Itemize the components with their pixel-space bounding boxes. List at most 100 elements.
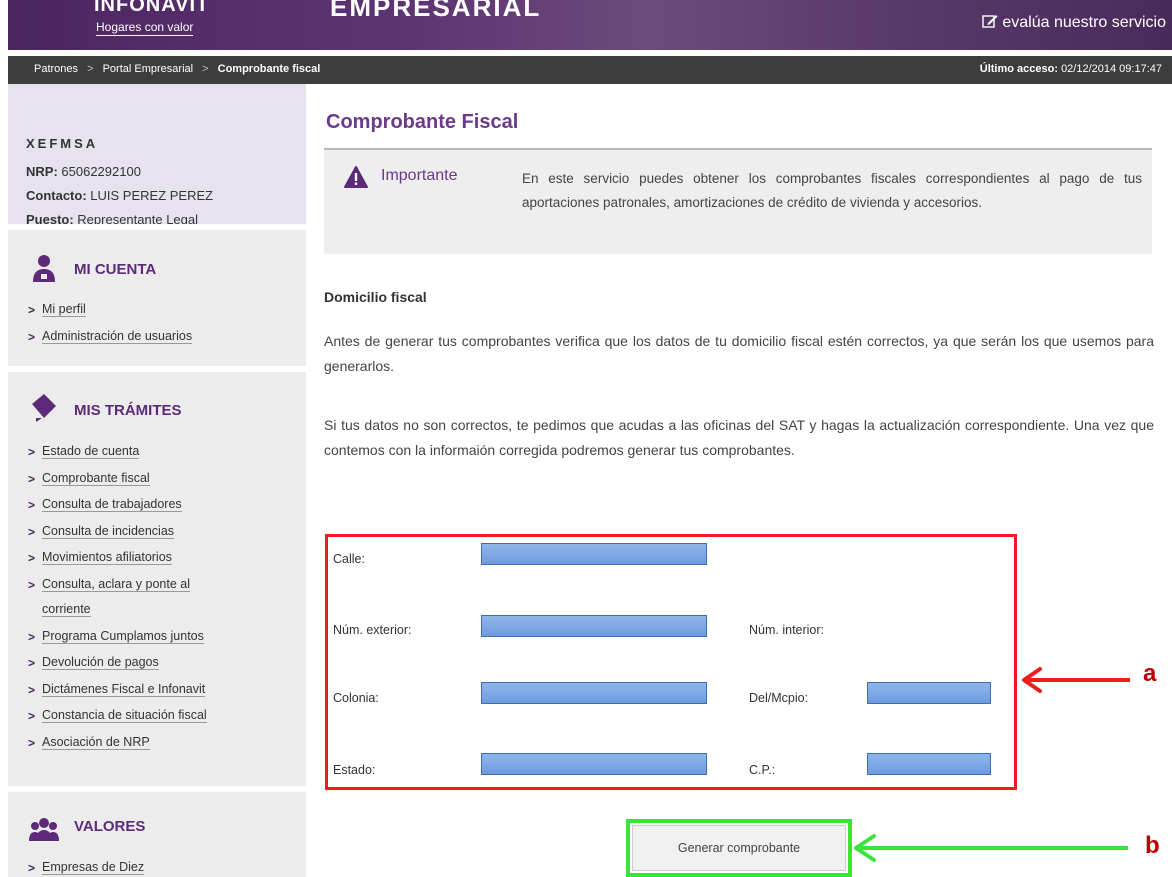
chevron-right-icon: >: [28, 656, 36, 670]
sidebar-item-label: Mi perfil: [42, 302, 86, 317]
sidebar-item-movimientos-afiliatorios[interactable]: > Movimientos afiliatorios: [28, 550, 207, 577]
label-num-exterior: Núm. exterior:: [333, 623, 412, 637]
paragraph-verify: Antes de generar tus comprobantes verifi…: [324, 333, 1154, 374]
contact-value: LUIS PEREZ PEREZ: [90, 188, 214, 203]
edit-pencil-icon: [982, 15, 998, 28]
sidebar-item-empresas-diez[interactable]: > Empresas de Diez: [28, 860, 145, 877]
chevron-right-icon: >: [28, 329, 36, 344]
evaluate-service-link[interactable]: evalúa nuestro servicio: [982, 13, 1166, 32]
value-estado: [481, 753, 707, 775]
breadcrumb-separator: >: [87, 63, 94, 75]
portal-title: EMPRESARIAL: [330, 0, 542, 22]
chevron-right-icon: >: [28, 551, 36, 565]
sidebar-item-label: Devolución de pagos: [42, 655, 159, 670]
value-colonia: [481, 682, 707, 704]
menu-mis-tramites: > Estado de cuenta > Comprobante fiscal > C…: [28, 444, 207, 761]
sidebar-divider: [8, 224, 306, 230]
sidebar-item-cumplamos-juntos[interactable]: > Programa Cumplamos juntos: [28, 628, 207, 656]
chevron-right-icon: >: [28, 735, 36, 750]
chevron-right-icon: >: [28, 861, 36, 875]
chevron-right-icon: >: [28, 303, 36, 317]
sidebar-item-label: Comprobante fiscal: [42, 470, 150, 486]
page-title: Comprobante Fiscal: [326, 111, 519, 133]
nrp-value: 65062292100: [61, 164, 141, 179]
breadcrumb: Patrones > Portal Empresarial > Comproba…: [34, 63, 320, 75]
value-num-exterior: [481, 615, 707, 637]
annotation-arrow-a: [1022, 667, 1130, 693]
label-calle: Calle:: [333, 552, 365, 566]
section-heading-domicilio: Domicilio fiscal: [324, 289, 427, 305]
company-name: XEFMSA: [26, 136, 99, 151]
chevron-right-icon: >: [28, 577, 36, 592]
sidebar-item-label: corriente: [42, 601, 91, 617]
sidebar-item-label: Asociación de NRP: [42, 734, 150, 750]
sidebar-item-constancia-situacion[interactable]: > Constancia de situación fiscal: [28, 708, 207, 735]
sidebar-item-administracion-usuarios[interactable]: > Administración de usuarios: [28, 328, 193, 356]
annotation-letter-a: a: [1143, 660, 1157, 687]
breadcrumb-current: Comprobante fiscal: [217, 63, 321, 75]
sidebar-item-label: Programa Cumplamos juntos: [42, 628, 204, 644]
chevron-right-icon: >: [28, 498, 36, 512]
paragraph-sat: Si tus datos no son correctos, te pedimo…: [324, 417, 1154, 458]
important-label: Importante: [381, 167, 458, 184]
section-title-mi-cuenta: MI CUENTA: [74, 261, 157, 278]
menu-valores: > Empresas de Diez: [28, 860, 145, 877]
breadcrumb-portal-empresarial[interactable]: Portal Empresarial: [103, 63, 193, 75]
sidebar-item-asociacion-nrp[interactable]: > Asociación de NRP: [28, 734, 207, 762]
label-colonia: Colonia:: [333, 691, 379, 705]
sidebar-item-consulta-incidencias[interactable]: > Consulta de incidencias: [28, 523, 207, 551]
section-title-mis-tramites: MIS TRÁMITES: [74, 402, 182, 419]
sidebar-item-label: Administración de usuarios: [42, 328, 193, 344]
sidebar-item-label: Consulta de incidencias: [42, 523, 175, 539]
sidebar-item-consulta-aclara-cont[interactable]: corriente: [28, 601, 207, 629]
sidebar-item-devolucion-pagos[interactable]: > Devolución de pagos: [28, 655, 207, 682]
sidebar-item-label: Estado de cuenta: [42, 444, 140, 459]
annotation-arrow-b: [854, 834, 1128, 862]
sidebar-item-label: Consulta, aclara y ponte al: [42, 576, 191, 592]
value-cp: [867, 753, 991, 775]
sidebar-item-comprobante-fiscal[interactable]: > Comprobante fiscal: [28, 470, 207, 498]
generate-button-highlight: Generar comprobante: [626, 819, 852, 877]
nrp-label: NRP:: [26, 164, 58, 179]
site-header: INFONAVIT Hogares con valor EMPRESARIAL …: [8, 0, 1172, 50]
sidebar-item-estado-cuenta[interactable]: > Estado de cuenta: [28, 444, 207, 471]
chevron-right-icon: >: [28, 445, 36, 459]
section-title-valores: VALORES: [74, 818, 146, 835]
brand-logo[interactable]: INFONAVIT: [94, 0, 209, 17]
contact-line: Contacto: LUIS PEREZ PEREZ: [26, 188, 213, 203]
chevron-right-icon: >: [28, 682, 36, 697]
breadcrumb-patrones[interactable]: Patrones: [34, 63, 78, 75]
contact-label: Contacto:: [26, 188, 87, 203]
generate-receipt-button[interactable]: Generar comprobante: [632, 825, 846, 871]
sidebar-divider: [8, 786, 306, 792]
label-cp: C.P.:: [749, 763, 776, 777]
menu-mi-cuenta: > Mi perfil > Administración de usuarios: [28, 302, 193, 356]
brand-tagline: Hogares con valor: [96, 20, 194, 36]
nrp-line: NRP: 65062292100: [26, 164, 141, 179]
user-info-panel: XEFMSA NRP: 65062292100 Contacto: LUIS P…: [8, 84, 306, 227]
label-num-interior: Núm. interior:: [749, 623, 825, 637]
chevron-right-icon: >: [28, 471, 36, 486]
sidebar-item-label: Movimientos afiliatorios: [42, 550, 172, 565]
evaluate-service-label: evalúa nuestro servicio: [1002, 14, 1166, 31]
breadcrumb-separator: >: [202, 63, 209, 75]
last-access-value: 02/12/2014 09:17:47: [1061, 63, 1162, 75]
important-notice: Importante En este servicio puedes obten…: [324, 148, 1152, 254]
important-text: En este servicio puedes obtener los comp…: [522, 171, 1142, 210]
last-access-label: Último acceso:: [979, 63, 1058, 75]
label-del-mcpio: Del/Mcpio:: [749, 691, 809, 705]
sidebar-item-mi-perfil[interactable]: > Mi perfil: [28, 302, 192, 329]
sidebar-item-consulta-aclara[interactable]: > Consulta, aclara y ponte al: [28, 576, 207, 602]
chevron-right-icon: >: [28, 709, 36, 723]
chevron-right-icon: >: [28, 629, 36, 644]
last-access: Último acceso: 02/12/2014 09:17:47: [980, 63, 1162, 75]
sidebar-item-label: Empresas de Diez: [42, 860, 145, 875]
chevron-right-icon: >: [28, 524, 36, 539]
value-del-mcpio: [867, 682, 991, 704]
warning-icon: [344, 166, 368, 188]
breadcrumb-bar: Patrones > Portal Empresarial > Comproba…: [8, 56, 1172, 84]
sidebar-item-dictamenes[interactable]: > Dictámenes Fiscal e Infonavit: [28, 681, 207, 709]
sidebar-item-consulta-trabajadores[interactable]: > Consulta de trabajadores: [28, 497, 207, 524]
value-calle: [481, 543, 707, 565]
document-edit-icon: [32, 394, 56, 422]
